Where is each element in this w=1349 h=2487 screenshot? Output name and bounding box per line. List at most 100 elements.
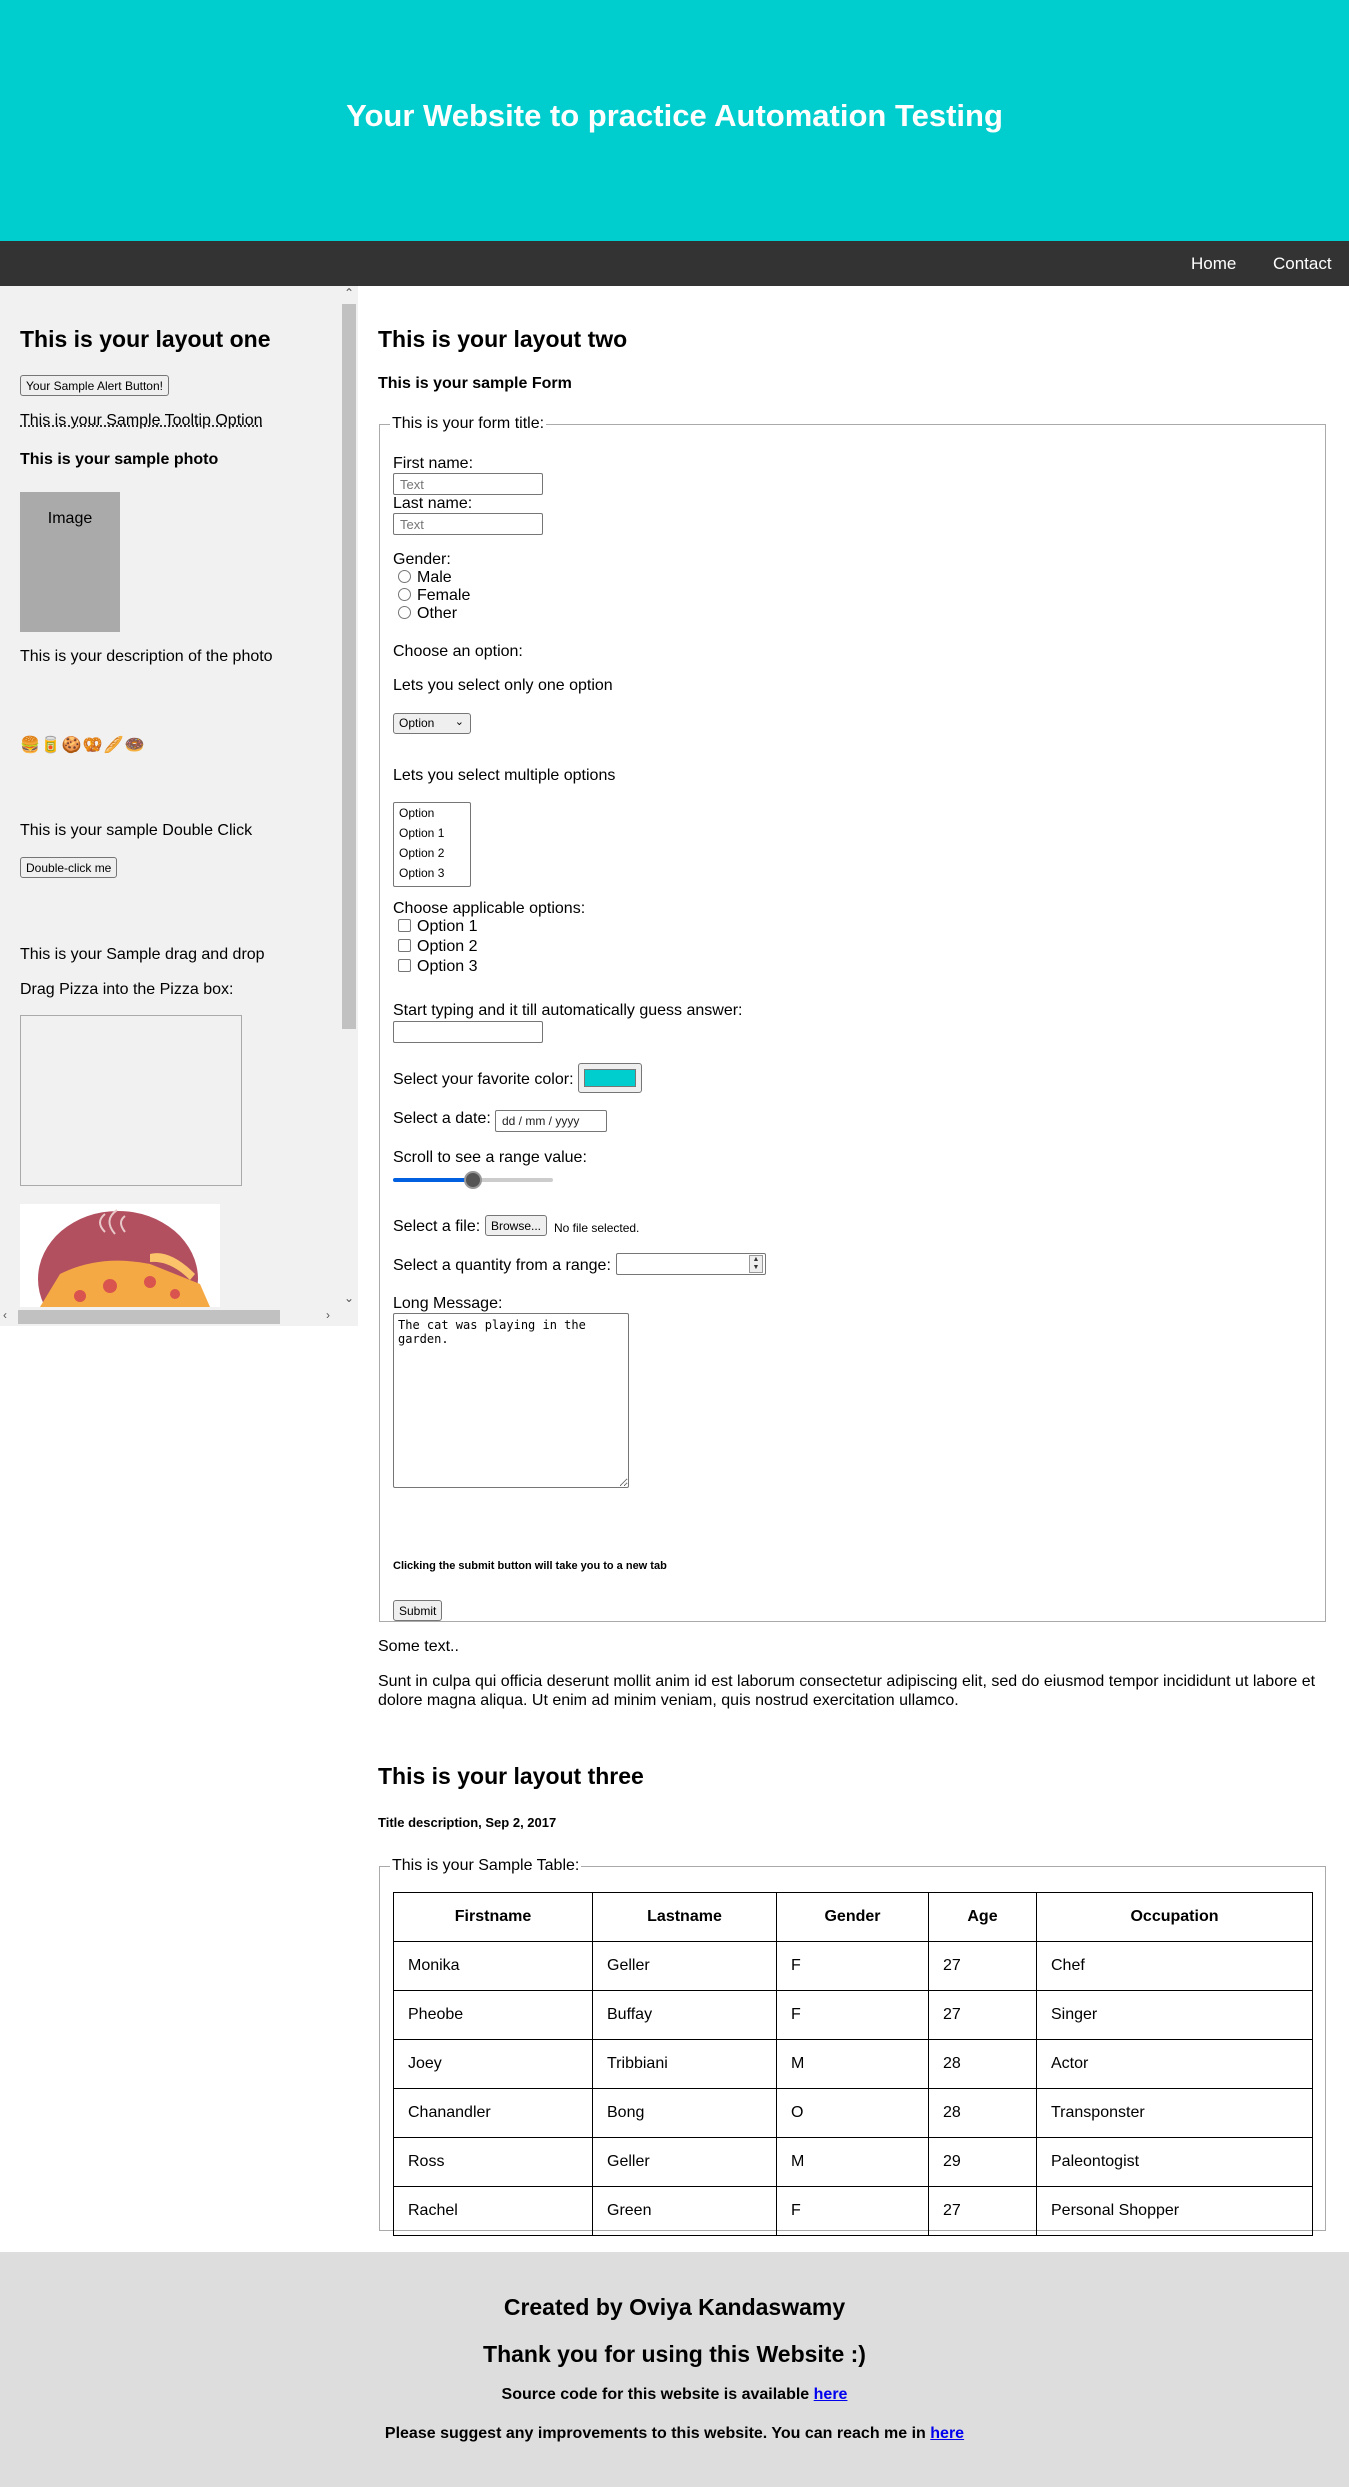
source-line: Source code for this website is availabl… [0, 2386, 1349, 2404]
quantity-input[interactable]: ▲ ▼ [616, 1253, 766, 1275]
spinner-icon[interactable]: ▲ ▼ [749, 1255, 763, 1273]
first-name-input[interactable] [393, 473, 543, 495]
food-emoji-row[interactable]: 🍔🥫🍪🥨🥖🍩 [20, 735, 146, 755]
multi-select-label: Lets you select multiple options [393, 767, 616, 784]
pizza-image[interactable] [20, 1204, 220, 1307]
autocomplete-label: Start typing and it till automatically g… [393, 1002, 743, 1019]
layout-three-heading: This is your layout three [378, 1763, 644, 1789]
suggest-text: Please suggest any improvements to this … [384, 2425, 926, 2442]
table-cell: M [776, 2039, 929, 2089]
table-cell: O [776, 2088, 929, 2138]
color-picker[interactable] [578, 1063, 642, 1093]
gender-male-label: Male [417, 569, 452, 586]
checkbox-icon[interactable] [398, 919, 411, 932]
table-cell: Paleontogist [1036, 2137, 1313, 2187]
table-cell: Monika [393, 1941, 593, 1991]
sample-table: Firstname Lastname Gender Age Occupation… [393, 1892, 1313, 2236]
single-select[interactable]: Option ⌄ [393, 713, 471, 734]
checkbox-icon[interactable] [398, 959, 411, 972]
chevron-right-icon[interactable]: › [326, 1308, 330, 1322]
sample-form: This is your form title: First name: Las… [379, 415, 1326, 1622]
table-cell: Geller [592, 2137, 777, 2187]
color-swatch [584, 1069, 636, 1087]
browse-button[interactable]: Browse... [485, 1215, 548, 1236]
created-by: Created by Oviya Kandaswamy [503, 2294, 846, 2320]
pizza-drop-box[interactable] [20, 1015, 242, 1186]
radio-icon[interactable] [398, 606, 411, 619]
table-cell: Singer [1036, 1990, 1313, 2040]
chevron-left-icon[interactable]: ‹ [3, 1308, 7, 1322]
page-title: Your Website to practice Automation Test… [346, 98, 1003, 133]
checkbox-option-3-label: Option 3 [417, 958, 478, 975]
table-cell: 27 [928, 2186, 1037, 2236]
sidebar-vertical-scrollbar[interactable]: ⌃ ⌄ [340, 286, 358, 1326]
table-cell: M [776, 2137, 929, 2187]
table-cell: Green [592, 2186, 777, 2236]
checkbox-option-2[interactable]: Option 2 [398, 938, 477, 956]
submit-button[interactable]: Submit [393, 1600, 443, 1621]
table-cell: Geller [592, 1941, 777, 1991]
chevron-up-icon[interactable]: ⌃ [344, 286, 354, 300]
alert-button[interactable]: Your Sample Alert Button! [20, 375, 169, 396]
gender-label: Gender: [393, 551, 451, 568]
radio-icon[interactable] [398, 570, 411, 583]
file-label: Select a file: [393, 1218, 481, 1235]
checkbox-option-1-label: Option 1 [417, 918, 478, 935]
checkbox-group-label: Choose applicable options: [393, 900, 586, 917]
choose-option-label: Choose an option: [393, 643, 523, 660]
nav-home-link[interactable]: Home [1191, 241, 1236, 286]
autocomplete-input[interactable] [393, 1021, 543, 1043]
table-cell: Transponster [1036, 2088, 1313, 2138]
sample-table-fieldset: This is your Sample Table: Firstname Las… [379, 1857, 1326, 2236]
last-name-label: Last name: [393, 495, 473, 512]
radio-icon[interactable] [398, 588, 411, 601]
multi-select-option[interactable]: Option 1 [394, 823, 470, 843]
gender-other-option[interactable]: Other [398, 605, 457, 623]
photo-description: This is your description of the photo [20, 648, 273, 665]
column-header: Gender [776, 1892, 929, 1942]
drag-drop-label: This is your Sample drag and drop [20, 946, 265, 963]
tooltip-text[interactable]: This is your Sample Tooltip Option [20, 412, 262, 430]
date-label: Select a date: [393, 1110, 491, 1127]
long-message-textarea[interactable] [393, 1313, 629, 1488]
last-name-input[interactable] [393, 513, 543, 535]
suggest-link[interactable]: here [930, 2425, 964, 2442]
table-cell: 29 [928, 2137, 1037, 2187]
table-cell: F [776, 2186, 929, 2236]
chevron-down-icon: ⌄ [454, 716, 464, 728]
chevron-down-icon[interactable]: ⌄ [344, 1291, 354, 1305]
checkbox-option-1[interactable]: Option 1 [398, 918, 477, 936]
title-description: Title description, Sep 2, 2017 [378, 1815, 557, 1830]
thanks-text: Thank you for using this Website :) [483, 2341, 866, 2367]
table-cell: F [776, 1990, 929, 2040]
source-link[interactable]: here [814, 2386, 848, 2403]
table-cell: Chanandler [393, 2088, 593, 2138]
multi-select[interactable]: Option Option 1 Option 2 Option 3 [393, 802, 471, 887]
double-click-button[interactable]: Double-click me [20, 857, 118, 878]
multi-select-option[interactable]: Option 3 [394, 863, 470, 883]
nav-contact-link[interactable]: Contact [1273, 241, 1332, 286]
layout-two-heading: This is your layout two [378, 326, 628, 352]
multi-select-option[interactable]: Option [394, 803, 470, 823]
table-cell: 28 [928, 2088, 1037, 2138]
form-title: This is your form title: [392, 415, 545, 432]
checkbox-icon[interactable] [398, 939, 411, 952]
vertical-scroll-thumb[interactable] [342, 304, 356, 1029]
range-slider-thumb[interactable] [464, 1171, 482, 1189]
range-track[interactable] [473, 1178, 553, 1182]
gender-female-option[interactable]: Female [398, 587, 470, 605]
multi-select-option[interactable]: Option 2 [394, 843, 470, 863]
date-input[interactable]: dd / mm / yyyy [495, 1110, 607, 1132]
horizontal-scroll-thumb[interactable] [18, 1310, 280, 1324]
layout-one-panel[interactable]: This is your layout one Your Sample Aler… [0, 286, 358, 1326]
layout-one-heading: This is your layout one [20, 326, 271, 352]
form-subheading: This is your sample Form [378, 375, 572, 392]
checkbox-option-3[interactable]: Option 3 [398, 958, 477, 976]
site-footer: Created by Oviya Kandaswamy Thank you fo… [0, 2252, 1349, 2487]
gender-other-label: Other [417, 605, 458, 622]
gender-male-option[interactable]: Male [398, 569, 452, 587]
table-header-row: Firstname Lastname Gender Age Occupation [393, 1892, 1313, 1942]
submit-note: Clicking the submit button will take you… [393, 1560, 667, 1572]
sidebar-horizontal-scrollbar[interactable]: ‹ › [0, 1308, 340, 1326]
photo-heading: This is your sample photo [20, 451, 219, 468]
